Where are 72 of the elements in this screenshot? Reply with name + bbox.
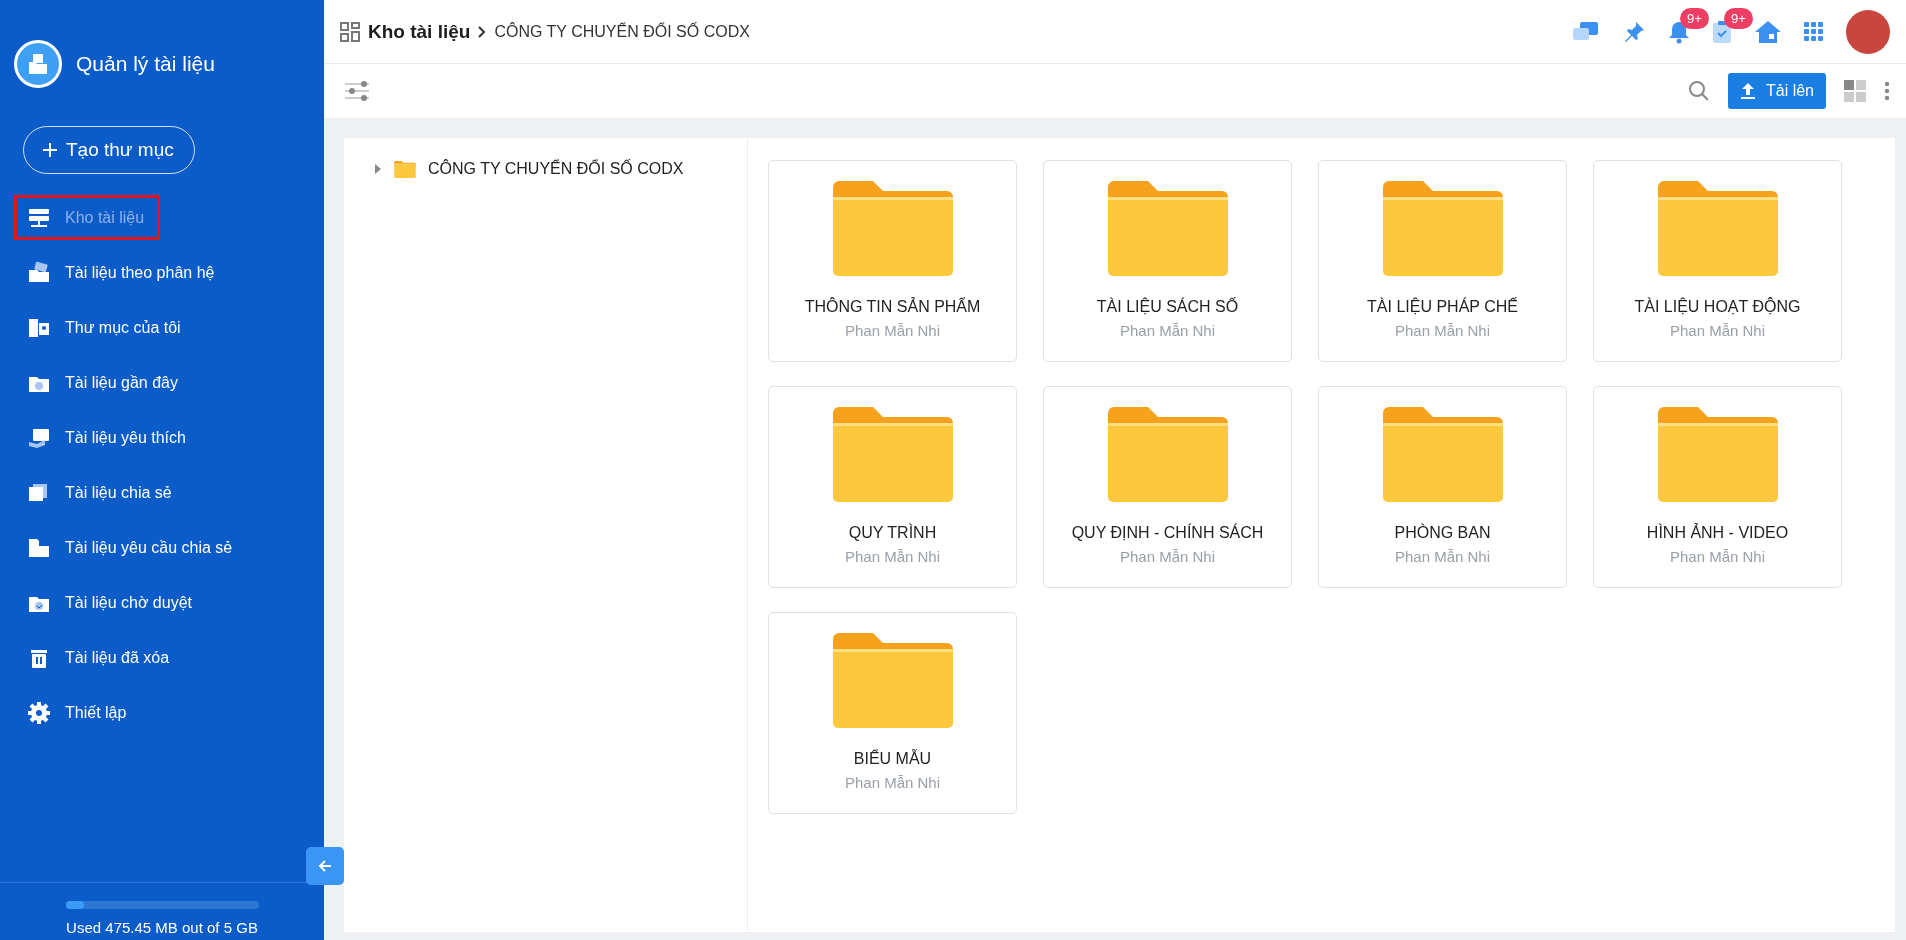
folder-name: THÔNG TIN SẢN PHẨM	[804, 298, 981, 316]
sidebar-item[interactable]: Tài liệu gần đây	[14, 360, 191, 405]
plus-icon	[42, 142, 58, 158]
sidebar-item[interactable]: Thư mục của tôi	[14, 305, 194, 350]
collapse-button[interactable]	[306, 847, 344, 885]
folder-card[interactable]: THÔNG TIN SẢN PHẨM Phan Mẫn Nhi	[768, 160, 1017, 362]
folder-icon	[1107, 407, 1228, 502]
folder-card[interactable]: QUY TRÌNH Phan Mẫn Nhi	[768, 386, 1017, 588]
tree-node-label[interactable]: CÔNG TY CHUYỂN ĐỔI SỐ CODX	[428, 160, 684, 178]
folder-icon	[832, 407, 953, 502]
sidebar-item[interactable]: Tài liệu chia sẻ	[14, 470, 185, 515]
folder-name: QUY TRÌNH	[848, 524, 937, 542]
folder-icon	[832, 181, 953, 276]
sidebar-item[interactable]: Thiết lập	[14, 690, 160, 735]
upload-button[interactable]: Tải lên	[1727, 73, 1826, 109]
folder-icon	[1657, 407, 1778, 502]
left-arrow-icon	[317, 858, 333, 874]
sidebar-item[interactable]: Tài liệu yêu thích	[14, 415, 199, 460]
avatar[interactable]	[1846, 9, 1890, 54]
folder-icon	[1657, 181, 1778, 276]
app-logo-icon	[14, 40, 62, 88]
folder-owner: Phan Mẫn Nhi	[1669, 322, 1766, 339]
sidebar-item[interactable]: Tài liệu đã xóa	[14, 635, 183, 680]
folder-icon	[832, 633, 953, 728]
folder-card[interactable]: TÀI LIỆU HOẠT ĐỘNG Phan Mẫn Nhi	[1593, 160, 1842, 362]
folder-owner: Phan Mẫn Nhi	[1394, 548, 1491, 565]
app-title: Quản lý tài liệu	[76, 52, 215, 76]
sidebar-item[interactable]: Tài liệu yêu cầu chia sẻ	[14, 525, 246, 570]
folder-owner: Phan Mẫn Nhi	[844, 774, 941, 791]
sidebar-item-icon	[27, 260, 51, 285]
sidebar-item-icon	[27, 700, 51, 725]
folder-owner: Phan Mẫn Nhi	[1669, 548, 1766, 565]
storage-text: Used 475.45 MB out of 5 GB	[66, 919, 258, 936]
home-icon[interactable]	[1754, 19, 1782, 44]
folder-name: PHÒNG BAN	[1394, 524, 1491, 542]
folder-name: QUY ĐỊNH - CHÍNH SÁCH	[1071, 524, 1264, 542]
folder-icon	[1107, 181, 1228, 276]
notification-badge: 9+	[1680, 7, 1709, 29]
breadcrumb-link[interactable]: Kho tài liệu	[368, 20, 471, 43]
folder-card[interactable]: BIỂU MẪU Phan Mẫn Nhi	[768, 612, 1017, 814]
filter-settings-icon[interactable]	[344, 80, 370, 102]
sidebar-item[interactable]: Tài liệu chờ duyệt	[14, 580, 205, 625]
folder-card[interactable]: PHÒNG BAN Phan Mẫn Nhi	[1318, 386, 1567, 588]
chevron-right-icon	[478, 25, 487, 38]
folder-icon	[1382, 181, 1503, 276]
folder-owner: Phan Mẫn Nhi	[1119, 322, 1216, 339]
task-badge: 9+	[1724, 7, 1753, 29]
folder-name: TÀI LIỆU SÁCH SỐ	[1096, 298, 1239, 316]
clipboard-check-icon[interactable]	[1712, 19, 1732, 44]
upload-icon	[1739, 82, 1756, 100]
folder-icon	[1382, 407, 1503, 502]
apps-grid-icon[interactable]	[1804, 21, 1824, 42]
more-options-icon[interactable]	[1884, 81, 1890, 101]
folder-owner: Phan Mẫn Nhi	[1119, 548, 1216, 565]
folder-card[interactable]: HÌNH ẢNH - VIDEO Phan Mẫn Nhi	[1593, 386, 1842, 588]
folder-name: BIỂU MẪU	[853, 750, 932, 768]
caret-right-icon[interactable]	[374, 164, 382, 174]
sidebar-item[interactable]: Tài liệu theo phân hệ	[14, 250, 228, 295]
grid-view-icon	[340, 21, 360, 42]
folder-icon	[394, 160, 416, 178]
folder-owner: Phan Mẫn Nhi	[844, 548, 941, 565]
folder-name: TÀI LIỆU HOẠT ĐỘNG	[1634, 298, 1801, 316]
folder-owner: Phan Mẫn Nhi	[844, 322, 941, 339]
folder-card[interactable]: TÀI LIỆU SÁCH SỐ Phan Mẫn Nhi	[1043, 160, 1292, 362]
layout-toggle-icon[interactable]	[1844, 80, 1866, 102]
folder-owner: Phan Mẫn Nhi	[1394, 322, 1491, 339]
folder-name: HÌNH ẢNH - VIDEO	[1646, 524, 1789, 542]
breadcrumb-current: CÔNG TY CHUYỂN ĐỔI SỐ CODX	[494, 22, 750, 41]
search-icon[interactable]	[1687, 80, 1710, 102]
folder-card[interactable]: QUY ĐỊNH - CHÍNH SÁCH Phan Mẫn Nhi	[1043, 386, 1292, 588]
folder-name: TÀI LIỆU PHÁP CHẾ	[1367, 298, 1518, 316]
folder-card[interactable]: TÀI LIỆU PHÁP CHẾ Phan Mẫn Nhi	[1318, 160, 1567, 362]
